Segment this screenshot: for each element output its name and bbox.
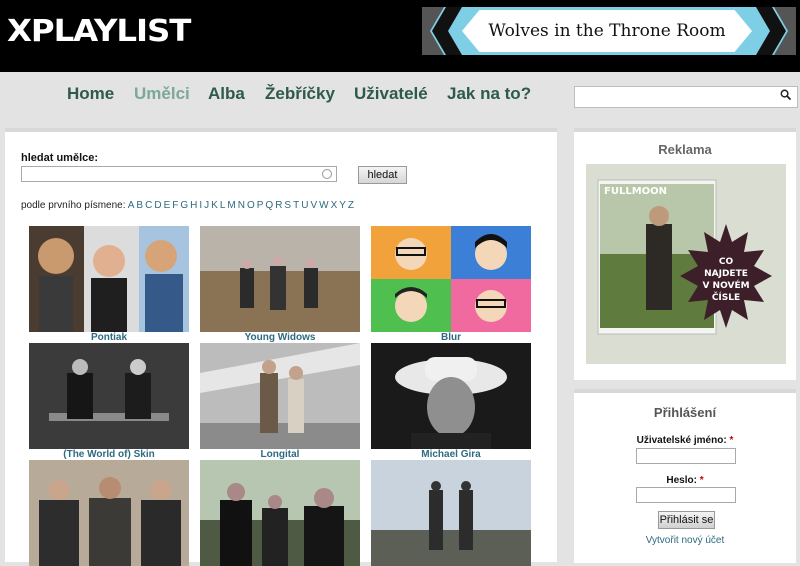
letter-link-t[interactable]: T [293, 200, 299, 211]
artist-photo[interactable] [29, 343, 189, 449]
letter-link-y[interactable]: Y [339, 200, 346, 211]
letter-link-o[interactable]: O [247, 200, 255, 211]
artist-photo[interactable] [200, 460, 360, 566]
header-bar: XPLAYLIST Wolves in the Throne Room [0, 0, 800, 72]
letter-link-j[interactable]: J [204, 200, 209, 211]
svg-text:NAJDETE: NAJDETE [704, 269, 748, 279]
nav-home[interactable]: Home [67, 84, 114, 104]
login-button[interactable]: Přihlásit se [658, 511, 715, 529]
letter-link-d[interactable]: D [154, 200, 161, 211]
clear-icon[interactable] [322, 169, 332, 179]
artist-tile[interactable]: Blur [371, 226, 531, 344]
letter-link-n[interactable]: N [238, 200, 245, 211]
letter-link-x[interactable]: X [331, 200, 338, 211]
letter-link-w[interactable]: W [319, 200, 328, 211]
artist-tile[interactable]: Longital [200, 343, 360, 461]
letter-link-f[interactable]: F [172, 200, 178, 211]
username-label: Uživatelské jméno: * [636, 435, 734, 446]
login-heading: Přihlášení [653, 405, 717, 420]
artist-photo[interactable] [200, 343, 360, 449]
username-field[interactable] [636, 448, 736, 464]
letter-link-r[interactable]: R [275, 200, 282, 211]
search-icon[interactable] [780, 89, 791, 100]
letter-link-b[interactable]: B [136, 200, 143, 211]
artist-tile[interactable]: Michael Gira [371, 343, 531, 461]
banner-title: Wolves in the Throne Room [488, 21, 726, 41]
letter-link-a[interactable]: A [128, 200, 135, 211]
letter-link-e[interactable]: E [164, 200, 171, 211]
nav-albums[interactable]: Alba [208, 84, 245, 104]
artist-tile[interactable]: (The World of) Skin [29, 343, 189, 461]
artist-tile[interactable] [200, 460, 360, 566]
svg-text:ČÍSLE: ČÍSLE [712, 291, 740, 303]
letter-link-m[interactable]: M [227, 200, 235, 211]
artist-tile[interactable]: Young Widows [200, 226, 360, 344]
artist-photo[interactable] [29, 460, 189, 566]
magazine-title: FULLMOON [604, 186, 667, 197]
ad-panel: Reklama FULLMOON CO NAJDETE V NOVÉM ČÍSL… [574, 128, 796, 380]
letter-link-i[interactable]: I [199, 200, 202, 211]
letter-link-v[interactable]: V [310, 200, 317, 211]
letter-link-c[interactable]: C [145, 200, 152, 211]
artist-tile[interactable]: Pontiak [29, 226, 189, 344]
svg-text:V NOVÉM: V NOVÉM [702, 279, 749, 291]
artist-photo[interactable] [200, 226, 360, 332]
banner-ad[interactable]: Wolves in the Throne Room [422, 7, 796, 55]
artist-tile[interactable] [371, 460, 531, 566]
letter-link-q[interactable]: Q [265, 200, 273, 211]
password-label: Heslo: * [666, 475, 704, 486]
nav-howto[interactable]: Jak na to? [447, 84, 531, 104]
letter-link-u[interactable]: U [301, 200, 308, 211]
nav-charts[interactable]: Žebříčky [265, 84, 335, 104]
artist-photo[interactable] [371, 460, 531, 566]
letter-link-s[interactable]: S [284, 200, 291, 211]
artist-search-button[interactable]: hledat [358, 166, 407, 184]
site-logo[interactable]: XPLAYLIST [7, 14, 191, 49]
letter-link-p[interactable]: P [257, 200, 264, 211]
login-panel: Přihlášení Uživatelské jméno: * Heslo: *… [574, 389, 796, 563]
letter-link-h[interactable]: H [190, 200, 197, 211]
artist-photo[interactable] [371, 343, 531, 449]
svg-text:CO: CO [719, 257, 734, 267]
ad-heading: Reklama [658, 142, 712, 157]
artist-search-input[interactable] [21, 166, 337, 182]
letter-link-k[interactable]: K [211, 200, 218, 211]
nav-users[interactable]: Uživatelé [354, 84, 428, 104]
letter-link-l[interactable]: L [220, 200, 226, 211]
password-field[interactable] [636, 487, 736, 503]
nav-artists[interactable]: Umělci [134, 84, 190, 104]
artists-panel: hledat umělce: hledat podle prvního písm… [5, 128, 557, 566]
letter-link-z[interactable]: Z [348, 200, 354, 211]
letter-filter-label: podle prvního písmene: [21, 200, 126, 211]
letter-filter: podle prvního písmene: ABCDEFGHIJKLMNOPQ… [21, 200, 356, 211]
artist-photo[interactable] [371, 226, 531, 332]
register-link[interactable]: Vytvořit nový účet [574, 535, 796, 546]
artist-search-label: hledat umělce: [21, 152, 99, 164]
artist-tile[interactable] [29, 460, 189, 566]
magazine-ad[interactable]: FULLMOON CO NAJDETE V NOVÉM ČÍSLE [586, 164, 786, 364]
banner-title-box: Wolves in the Throne Room [462, 10, 752, 52]
artist-photo[interactable] [29, 226, 189, 332]
letter-link-g[interactable]: G [180, 200, 188, 211]
search-input[interactable] [574, 86, 798, 108]
